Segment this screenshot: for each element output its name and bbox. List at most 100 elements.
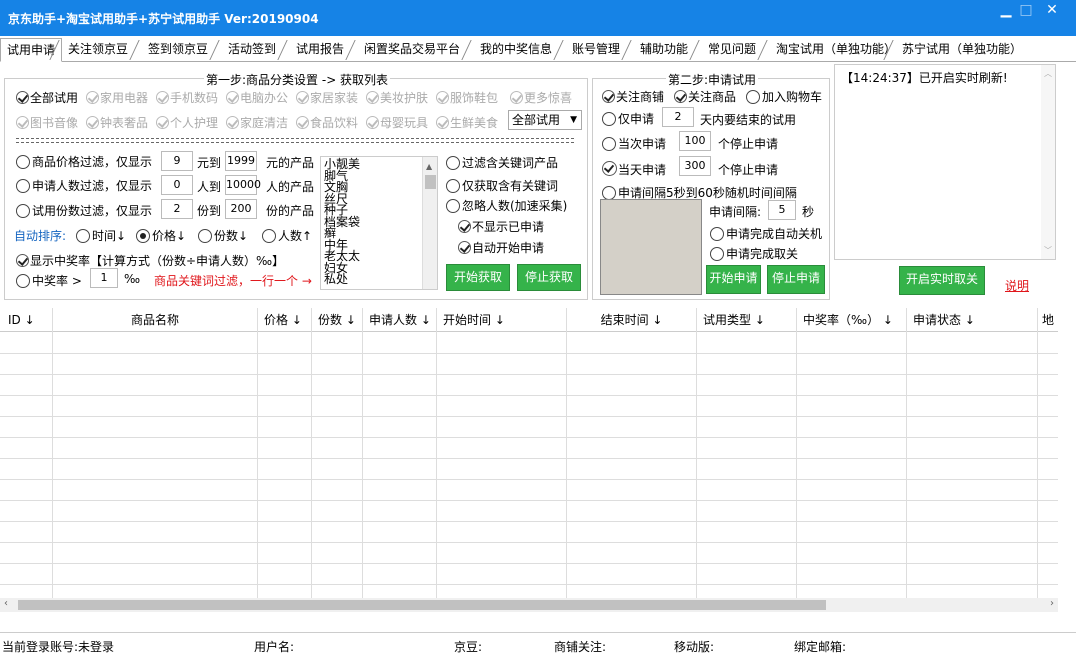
checkbox-icon: [602, 90, 615, 103]
stop-fetch-button[interactable]: 停止获取: [517, 264, 581, 291]
copies-filter-radio[interactable]: 试用份数过滤，仅显示: [16, 202, 152, 219]
scroll-down-icon[interactable]: ﹀: [1044, 245, 1052, 256]
col-end-time[interactable]: 结束时间 ↓: [567, 308, 697, 332]
sort-price[interactable]: 价格↓: [136, 227, 186, 244]
cat-personal-care[interactable]: 个人护理: [156, 114, 218, 131]
cat-baby[interactable]: 母婴玩具: [366, 114, 428, 131]
cat-fresh[interactable]: 生鲜美食: [436, 114, 498, 131]
tab-tools[interactable]: 辅助功能: [634, 38, 694, 62]
grid-column-line: [906, 332, 907, 598]
interval-input[interactable]: 5: [768, 200, 796, 220]
horizontal-scrollbar[interactable]: ‹ ›: [0, 598, 1058, 612]
tab-idle-trade[interactable]: 闲置奖品交易平台: [358, 38, 466, 62]
scroll-thumb[interactable]: [425, 175, 436, 189]
start-apply-button[interactable]: 开始申请: [706, 265, 761, 294]
sort-people[interactable]: 人数↑: [262, 227, 312, 244]
col-id[interactable]: ID ↓: [0, 308, 53, 332]
tab-trial-report[interactable]: 试用报告: [290, 38, 350, 62]
only-apply-radio[interactable]: 仅申请: [602, 110, 654, 127]
times-input[interactable]: 100: [679, 131, 711, 151]
day-apply-checkbox[interactable]: 当天申请: [602, 161, 666, 178]
scroll-up-icon[interactable]: ︿: [1044, 68, 1052, 79]
rate-input[interactable]: 1: [90, 268, 118, 288]
add-cart-radio[interactable]: 加入购物车: [746, 88, 822, 105]
show-rate-checkbox[interactable]: 显示中奖率【计算方式（份数÷申请人数）‰】: [16, 252, 284, 269]
applicants-max-input[interactable]: 10000: [225, 175, 261, 195]
keyword-textarea[interactable]: 小靓美 脚气 文胸 丝尺 种子 档案袋癣中年 老太太 妇女 私处 ▲: [320, 156, 438, 290]
tab-suning[interactable]: 苏宁试用（单独功能）: [896, 38, 1028, 62]
col-address[interactable]: 地: [1038, 308, 1058, 332]
copies-min-input[interactable]: 2: [161, 199, 193, 219]
tab-follow-jingdou[interactable]: 关注领京豆: [62, 38, 134, 62]
tab-activity-signin[interactable]: 活动签到: [222, 38, 282, 62]
radio-icon: [602, 112, 616, 126]
log-scrollbar[interactable]: ︿ ﹀: [1041, 65, 1055, 259]
cat-office[interactable]: 电脑办公: [226, 89, 288, 106]
start-fetch-button[interactable]: 开始获取: [446, 264, 510, 291]
price-max-input[interactable]: 1999: [225, 151, 257, 171]
stop-apply-button[interactable]: 停止申请: [767, 265, 825, 294]
cat-beauty[interactable]: 美妆护肤: [366, 89, 428, 106]
grid-header: ID ↓ 商品名称 价格 ↓ 份数 ↓ 申请人数 ↓ 开始时间 ↓ 结束时间 ↓…: [0, 308, 1058, 332]
cat-books[interactable]: 图书音像: [16, 114, 78, 131]
col-start-time[interactable]: 开始时间 ↓: [437, 308, 567, 332]
scroll-thumb[interactable]: [18, 600, 826, 610]
filter-keyword-radio[interactable]: 过滤含关键词产品: [446, 154, 558, 171]
cat-digital[interactable]: 手机数码: [156, 89, 218, 106]
scroll-up-icon[interactable]: ▲: [426, 162, 432, 171]
rate-filter-radio[interactable]: 中奖率 >: [16, 272, 82, 289]
applicants-min-input[interactable]: 0: [161, 175, 193, 195]
scrollbar[interactable]: ▲: [422, 157, 437, 289]
cat-home[interactable]: 家居家装: [296, 89, 358, 106]
times-apply-radio[interactable]: 当次申请: [602, 135, 666, 152]
auto-shutdown-radio[interactable]: 申请完成自动关机: [710, 225, 822, 242]
col-price[interactable]: 价格 ↓: [258, 308, 312, 332]
col-trial-type[interactable]: 试用类型 ↓: [697, 308, 797, 332]
cat-appliances[interactable]: 家用电器: [86, 89, 148, 106]
help-link[interactable]: 说明: [1005, 277, 1029, 294]
cat-more[interactable]: 更多惊喜: [510, 89, 572, 106]
close-button[interactable]: ✕: [1038, 0, 1066, 22]
tab-faq[interactable]: 常见问题: [702, 38, 762, 62]
cat-cleaning[interactable]: 家庭清洁: [226, 114, 288, 131]
grid-row-line: [0, 584, 1058, 585]
auto-unfollow-radio[interactable]: 申请完成取关: [710, 245, 798, 262]
sort-copies[interactable]: 份数↓: [198, 227, 248, 244]
col-win-rate[interactable]: 中奖率（‰） ↓: [797, 308, 907, 332]
tab-account[interactable]: 账号管理: [566, 38, 626, 62]
tab-my-prizes[interactable]: 我的中奖信息: [474, 38, 558, 62]
scroll-right-icon[interactable]: ›: [1050, 598, 1054, 609]
cat-all[interactable]: 全部试用: [16, 89, 78, 106]
col-applicants[interactable]: 申请人数 ↓: [363, 308, 437, 332]
data-grid[interactable]: ID ↓ 商品名称 价格 ↓ 份数 ↓ 申请人数 ↓ 开始时间 ↓ 结束时间 ↓…: [0, 308, 1058, 598]
price-min-input[interactable]: 9: [161, 151, 193, 171]
only-keyword-radio[interactable]: 仅获取含有关键词: [446, 177, 558, 194]
copies-max-input[interactable]: 200: [225, 199, 257, 219]
ignore-people-radio[interactable]: 忽略人数(加速采集): [446, 197, 567, 214]
cat-food[interactable]: 食品饮料: [296, 114, 358, 131]
sort-time[interactable]: 时间↓: [76, 227, 126, 244]
price-filter-radio[interactable]: 商品价格过滤，仅显示: [16, 153, 152, 170]
applicants-filter-radio[interactable]: 申请人数过滤，仅显示: [16, 177, 152, 194]
col-status[interactable]: 申请状态 ↓: [907, 308, 1038, 332]
hide-applied-checkbox[interactable]: 不显示已申请: [458, 218, 544, 235]
cat-clothing[interactable]: 服饰鞋包: [436, 89, 498, 106]
maximize-button[interactable]: □: [1012, 0, 1040, 22]
col-name[interactable]: 商品名称: [53, 308, 258, 332]
tab-signin-jingdou[interactable]: 签到领京豆: [142, 38, 214, 62]
tab-taobao[interactable]: 淘宝试用（单独功能）: [770, 38, 902, 62]
log-box[interactable]: 【14:24:37】已开启实时刷新! ︿ ﹀: [834, 64, 1056, 260]
category-select[interactable]: 全部试用 ▼: [508, 110, 582, 130]
realtime-unfollow-button[interactable]: 开启实时取关: [899, 266, 985, 295]
only-days-input[interactable]: 2: [662, 107, 694, 127]
follow-product-checkbox[interactable]: 关注商品: [674, 88, 736, 105]
status-email: 绑定邮箱:: [794, 640, 847, 654]
step2-title: 第二步:申请试用: [666, 71, 759, 88]
auto-apply-checkbox[interactable]: 自动开始申请: [458, 239, 544, 256]
cat-watches[interactable]: 钟表奢品: [86, 114, 148, 131]
grid-row-line: [0, 374, 1058, 375]
scroll-left-icon[interactable]: ‹: [4, 598, 8, 609]
day-input[interactable]: 300: [679, 156, 711, 176]
col-copies[interactable]: 份数 ↓: [312, 308, 363, 332]
follow-shop-checkbox[interactable]: 关注商铺: [602, 88, 664, 105]
